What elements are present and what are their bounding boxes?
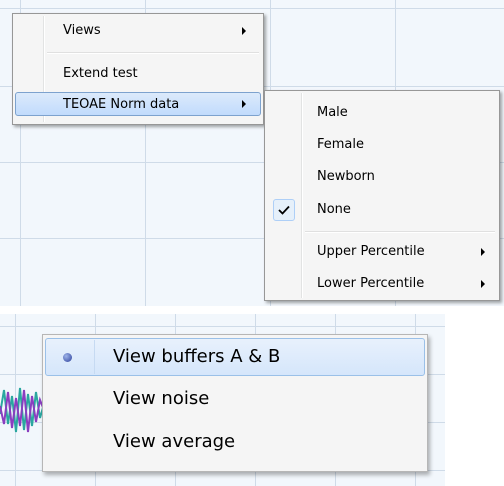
menu-item-label: View buffers A & B	[113, 346, 281, 367]
menu-item-female[interactable]: Female	[267, 133, 497, 157]
menu-item-newborn[interactable]: Newborn	[267, 165, 497, 189]
radio-dot-icon	[63, 353, 72, 362]
menu-item-none[interactable]: None	[267, 198, 497, 222]
menu-item-view-noise[interactable]: View noise	[45, 381, 425, 419]
menu-item-views[interactable]: Views	[15, 19, 261, 43]
grid-line	[0, 8, 504, 9]
menu-item-label: None	[317, 202, 351, 217]
submenu-arrow-icon	[242, 27, 246, 35]
submenu-arrow-icon	[481, 280, 485, 288]
menu-separator	[47, 52, 259, 54]
menu-item-male[interactable]: Male	[267, 101, 497, 125]
menu-item-lower-percentile[interactable]: Lower Percentile	[267, 272, 497, 296]
menu-item-label: Views	[63, 23, 101, 38]
waveform-panel: View buffers A & B View noise View avera…	[0, 306, 504, 486]
menu-item-upper-percentile[interactable]: Upper Percentile	[267, 240, 497, 264]
grid-line	[0, 326, 445, 327]
menu-separator	[305, 231, 495, 233]
radio-indicator-box	[47, 340, 95, 374]
checkmark-icon	[278, 205, 290, 215]
submenu-arrow-icon	[242, 100, 246, 108]
menu-item-label: Upper Percentile	[317, 244, 425, 259]
view-context-menu: View buffers A & B View noise View avera…	[42, 334, 428, 472]
menu-item-label: Male	[317, 105, 348, 120]
submenu-arrow-icon	[481, 248, 485, 256]
menu-item-label: View noise	[113, 388, 210, 409]
context-menu: Views Extend test TEOAE Norm data	[12, 13, 264, 125]
menu-item-label: Female	[317, 137, 365, 152]
menu-item-label: Lower Percentile	[317, 276, 425, 291]
checkmark-box	[273, 199, 295, 221]
menu-item-label: TEOAE Norm data	[63, 97, 180, 112]
menu-item-label: View average	[113, 431, 236, 452]
menu-item-view-average[interactable]: View average	[45, 424, 425, 462]
menu-item-extend-test[interactable]: Extend test	[15, 62, 261, 86]
norm-data-submenu: Male Female Newborn None Upper Percentil…	[264, 90, 500, 301]
menu-item-teoae-norm-data[interactable]: TEOAE Norm data	[15, 92, 261, 116]
menu-item-label: Newborn	[317, 169, 375, 184]
menu-item-view-buffers[interactable]: View buffers A & B	[45, 338, 425, 376]
menu-item-label: Extend test	[63, 66, 138, 81]
